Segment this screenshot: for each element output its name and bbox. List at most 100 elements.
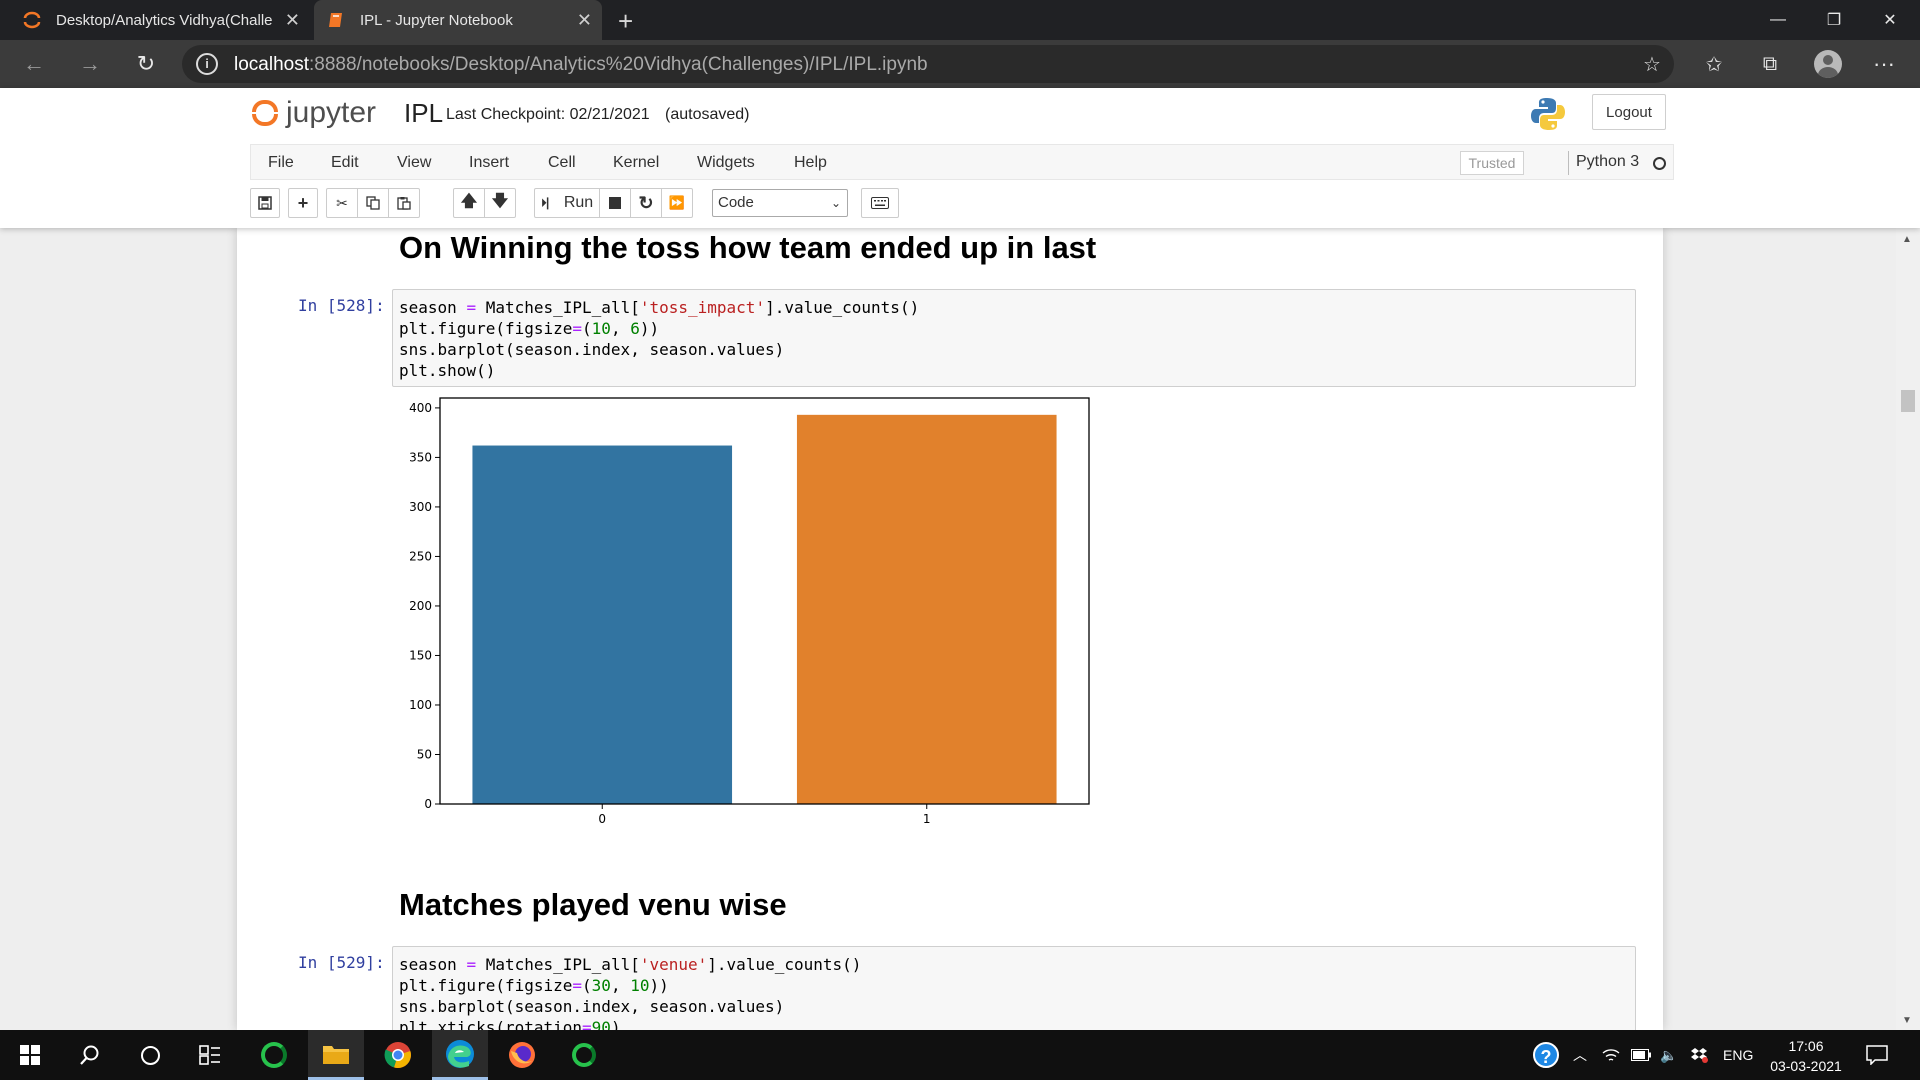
- taskbar-edge[interactable]: [432, 1030, 488, 1080]
- restart-button[interactable]: ↻: [630, 188, 662, 218]
- search-button[interactable]: [62, 1030, 118, 1080]
- taskbar-chrome[interactable]: [370, 1030, 426, 1080]
- x-tick-label: 1: [923, 812, 931, 826]
- restore-icon[interactable]: ❐: [1806, 0, 1862, 40]
- insert-cell-button[interactable]: +: [288, 188, 318, 218]
- taskbar-file-explorer[interactable]: [308, 1030, 364, 1080]
- menu-insert[interactable]: Insert: [469, 154, 509, 172]
- menu-kernel[interactable]: Kernel: [613, 154, 659, 172]
- jupyter-favicon-icon: [22, 10, 42, 30]
- cell-type-select[interactable]: Code ⌄: [712, 189, 848, 217]
- vertical-scrollbar[interactable]: ▲ ▼: [1896, 228, 1920, 1030]
- cut-button[interactable]: ✂: [326, 188, 358, 218]
- search-icon: [80, 1045, 99, 1065]
- cortana-button[interactable]: [122, 1030, 178, 1080]
- kernel-name[interactable]: Python 3: [1576, 153, 1639, 171]
- question-icon: ?: [1533, 1042, 1559, 1068]
- forward-icon[interactable]: →: [70, 40, 110, 88]
- copy-button[interactable]: [357, 188, 389, 218]
- favorites-icon[interactable]: ✩: [1694, 40, 1734, 88]
- code-line: plt.show(): [399, 361, 496, 380]
- taskbar-app-green-circle-2[interactable]: [556, 1030, 612, 1080]
- notebook-toolbar: + ✂ 🡅 🡇 ⏵▏ Run ↻ ⏩ Code ⌄: [250, 188, 1674, 220]
- markdown-heading[interactable]: On Winning the toss how team ended up in…: [399, 230, 1096, 266]
- windows-icon: [20, 1045, 40, 1065]
- move-down-button[interactable]: 🡇: [484, 188, 516, 218]
- battery-icon[interactable]: [1631, 1030, 1651, 1080]
- code-cell-input[interactable]: season = Matches_IPL_all['venue'].value_…: [392, 946, 1636, 1030]
- browser-tab-analytics[interactable]: Desktop/Analytics Vidhya(Challe ✕: [10, 0, 310, 40]
- network-icon[interactable]: [1602, 1030, 1620, 1080]
- help-tray-icon[interactable]: ?: [1533, 1030, 1559, 1080]
- notebook-container: On Winning the toss how team ended up in…: [237, 228, 1663, 1030]
- code-cell-input[interactable]: season = Matches_IPL_all['toss_impact'].…: [392, 289, 1636, 387]
- reload-icon[interactable]: ↻: [126, 40, 166, 88]
- kernel-separator: [1568, 151, 1569, 175]
- browser-toolbar: ← → ↻ i localhost:8888/notebooks/Desktop…: [0, 40, 1920, 88]
- y-tick-label: 0: [424, 797, 432, 811]
- input-language[interactable]: ENG: [1723, 1030, 1753, 1080]
- move-up-button[interactable]: 🡅: [453, 188, 485, 218]
- minimize-icon[interactable]: —: [1750, 0, 1806, 40]
- taskbar-app-green-circle[interactable]: [246, 1030, 302, 1080]
- url-host: localhost: [234, 54, 309, 75]
- menu-help[interactable]: Help: [794, 154, 827, 172]
- jupyter-logo[interactable]: jupyter: [250, 96, 376, 130]
- new-tab-icon[interactable]: +: [618, 6, 633, 37]
- scroll-up-icon[interactable]: ▲: [1902, 234, 1912, 245]
- y-tick-label: 300: [409, 500, 432, 514]
- save-button[interactable]: [250, 188, 280, 218]
- menu-edit[interactable]: Edit: [331, 154, 359, 172]
- chrome-icon: [384, 1042, 411, 1069]
- task-view-button[interactable]: [182, 1030, 238, 1080]
- run-button[interactable]: ⏵▏ Run: [534, 188, 600, 218]
- url-text[interactable]: localhost:8888/notebooks/Desktop/Analyti…: [234, 54, 928, 76]
- command-palette-button[interactable]: [861, 188, 899, 218]
- y-tick-label: 400: [409, 401, 432, 415]
- interrupt-button[interactable]: [599, 188, 631, 218]
- clock-date: 03-03-2021: [1770, 1058, 1842, 1074]
- profile-avatar[interactable]: [1814, 50, 1842, 78]
- show-hidden-icons[interactable]: ︿: [1573, 1030, 1587, 1080]
- collections-icon[interactable]: ⧉: [1750, 40, 1790, 88]
- menu-widgets[interactable]: Widgets: [697, 154, 755, 172]
- logout-button[interactable]: Logout: [1592, 94, 1666, 130]
- task-view-icon: [199, 1045, 220, 1065]
- scrollbar-thumb[interactable]: [1901, 390, 1915, 412]
- menu-file[interactable]: File: [268, 154, 294, 172]
- trusted-indicator[interactable]: Trusted: [1460, 151, 1524, 175]
- y-tick-label: 350: [409, 450, 432, 464]
- fast-forward-icon: ⏩: [668, 195, 686, 210]
- code-line: season = Matches_IPL_all['toss_impact'].…: [399, 298, 920, 317]
- scroll-down-icon[interactable]: ▼: [1902, 1015, 1912, 1026]
- close-tab-icon[interactable]: ✕: [577, 10, 592, 31]
- taskbar-firefox[interactable]: [494, 1030, 550, 1080]
- arrow-down-icon: 🡇: [491, 192, 509, 210]
- menu-view[interactable]: View: [397, 154, 431, 172]
- start-button[interactable]: [2, 1030, 58, 1080]
- back-icon[interactable]: ←: [14, 40, 54, 88]
- close-tab-icon[interactable]: ✕: [285, 10, 300, 31]
- copy-icon: [366, 196, 380, 210]
- save-icon: [258, 196, 272, 210]
- volume-icon[interactable]: 🔈: [1660, 1030, 1677, 1080]
- site-info-icon[interactable]: i: [196, 53, 218, 75]
- more-options-icon[interactable]: ···: [1864, 40, 1904, 88]
- clock[interactable]: 17:06 03-03-2021: [1766, 1036, 1846, 1076]
- address-bar[interactable]: i localhost:8888/notebooks/Desktop/Analy…: [182, 45, 1674, 83]
- notebook-favicon-icon: [326, 10, 346, 30]
- paste-button[interactable]: [388, 188, 420, 218]
- markdown-heading[interactable]: Matches played venu wise: [399, 887, 787, 923]
- notifications-button[interactable]: [1866, 1030, 1888, 1080]
- code-line: sns.barplot(season.index, season.values): [399, 340, 785, 359]
- dropbox-tray-icon[interactable]: [1690, 1030, 1708, 1080]
- code-line: sns.barplot(season.index, season.values): [399, 997, 785, 1016]
- add-favorite-icon[interactable]: ☆: [1632, 40, 1672, 88]
- autosave-status: (autosaved): [665, 106, 750, 123]
- menu-cell[interactable]: Cell: [548, 154, 576, 172]
- restart-run-all-button[interactable]: ⏩: [661, 188, 693, 218]
- code-line: plt.xticks(rotation=90): [399, 1018, 621, 1030]
- browser-tab-ipl[interactable]: IPL - Jupyter Notebook ✕: [314, 0, 602, 40]
- close-window-icon[interactable]: ✕: [1862, 0, 1918, 40]
- notebook-name[interactable]: IPL: [404, 98, 443, 129]
